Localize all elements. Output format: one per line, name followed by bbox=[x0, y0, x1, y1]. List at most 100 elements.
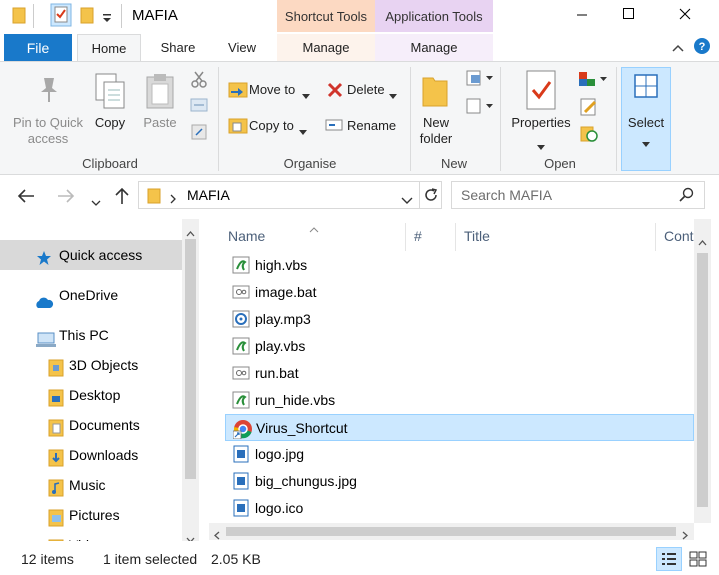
file-row[interactable]: logo.jpg bbox=[225, 441, 694, 468]
nav-item-documents[interactable]: Documents bbox=[0, 410, 182, 440]
delete-dropdown-icon[interactable] bbox=[389, 87, 397, 103]
scroll-right-icon[interactable] bbox=[682, 527, 688, 541]
copy-button[interactable]: Copy bbox=[90, 115, 130, 131]
file-name: play.vbs bbox=[255, 338, 306, 354]
file-row[interactable]: Virus_Shortcut bbox=[225, 414, 694, 441]
rename-button[interactable]: Rename bbox=[347, 118, 399, 134]
select-button[interactable]: Select bbox=[622, 115, 670, 131]
context-shortcut-tools: Shortcut Tools bbox=[277, 0, 375, 32]
breadcrumb-chevron-icon[interactable] bbox=[169, 191, 177, 207]
scroll-up-icon[interactable] bbox=[698, 233, 707, 249]
file-row[interactable]: logo.ico bbox=[225, 495, 694, 522]
file-row[interactable]: play.vbs bbox=[225, 333, 694, 360]
tab-manage-application[interactable]: Manage bbox=[375, 34, 493, 62]
tab-view[interactable]: View bbox=[214, 34, 270, 62]
nav-item-quick-access[interactable]: Quick access bbox=[0, 240, 182, 270]
nav-item-label: Music bbox=[69, 477, 106, 493]
nav-item-label: Pictures bbox=[69, 507, 120, 523]
delete-icon bbox=[327, 82, 343, 101]
column-header-number[interactable]: # bbox=[414, 228, 422, 244]
horizontal-scrollbar[interactable] bbox=[209, 523, 694, 540]
nav-item-downloads[interactable]: Downloads bbox=[0, 440, 182, 470]
new-folder-quick-icon[interactable] bbox=[80, 6, 94, 27]
scroll-left-icon[interactable] bbox=[214, 527, 220, 541]
copy-path-icon[interactable] bbox=[190, 98, 208, 115]
properties-icon bbox=[526, 70, 556, 113]
address-dropdown-icon[interactable] bbox=[401, 192, 413, 208]
properties-check-icon[interactable] bbox=[50, 3, 72, 30]
scroll-up-icon[interactable] bbox=[186, 224, 195, 240]
nav-item-label: OneDrive bbox=[59, 287, 119, 303]
column-header-name[interactable]: Name bbox=[228, 228, 265, 244]
file-row[interactable]: high.vbs bbox=[225, 252, 694, 279]
collapse-ribbon-icon[interactable] bbox=[672, 40, 684, 56]
ribbon: Pin to Quick access Copy Paste Clipboard… bbox=[0, 61, 719, 175]
horizontal-scroll-thumb[interactable] bbox=[226, 527, 676, 536]
easy-access-icon[interactable] bbox=[466, 98, 494, 117]
history-icon[interactable] bbox=[580, 124, 598, 145]
select-dropdown-icon[interactable] bbox=[642, 135, 650, 151]
tab-share[interactable]: Share bbox=[150, 34, 206, 62]
vbs-script-icon bbox=[232, 337, 250, 358]
minimize-button[interactable] bbox=[559, 0, 605, 32]
properties-button[interactable]: Properties bbox=[508, 115, 574, 131]
back-arrow-icon[interactable] bbox=[17, 189, 35, 206]
nav-item-videos[interactable]: Videos bbox=[0, 530, 182, 541]
pin-to-quick-access-button[interactable]: Pin to Quick access bbox=[8, 115, 88, 147]
close-button[interactable] bbox=[661, 0, 707, 32]
new-folder-button[interactable]: New folder bbox=[414, 115, 458, 147]
details-view-icon[interactable] bbox=[656, 547, 682, 571]
nav-scroll-thumb[interactable] bbox=[185, 239, 196, 479]
forward-arrow-icon[interactable] bbox=[57, 189, 75, 206]
cut-icon[interactable] bbox=[190, 70, 208, 91]
maximize-button[interactable] bbox=[605, 0, 651, 32]
file-row[interactable]: run_hide.vbs bbox=[225, 387, 694, 414]
nav-item-pictures[interactable]: Pictures bbox=[0, 500, 182, 530]
file-list-scrollbar[interactable] bbox=[694, 219, 711, 523]
scroll-down-icon[interactable] bbox=[186, 530, 195, 541]
move-to-dropdown-icon[interactable] bbox=[302, 87, 310, 103]
tab-manage-shortcut[interactable]: Manage bbox=[277, 34, 375, 62]
recent-locations-icon[interactable] bbox=[91, 193, 101, 209]
help-icon[interactable]: ? bbox=[693, 37, 711, 58]
ribbon-tabs: File Home Share View Manage Manage ? bbox=[0, 32, 719, 62]
tab-home[interactable]: Home bbox=[77, 34, 141, 62]
column-header-title[interactable]: Title bbox=[464, 228, 490, 244]
file-row[interactable]: run.bat bbox=[225, 360, 694, 387]
nav-scrollbar[interactable] bbox=[182, 219, 199, 541]
address-bar[interactable]: MAFIA bbox=[138, 181, 442, 209]
nav-item-label: Videos bbox=[69, 530, 112, 541]
file-list-scroll-thumb[interactable] bbox=[697, 253, 708, 507]
open-with-icon[interactable] bbox=[578, 70, 608, 91]
large-icons-view-icon[interactable] bbox=[688, 550, 708, 571]
paste-button[interactable]: Paste bbox=[139, 115, 181, 131]
nav-item-3d-objects[interactable]: 3D Objects bbox=[0, 350, 182, 380]
search-icon[interactable] bbox=[678, 187, 694, 206]
copy-to-button[interactable]: Copy to bbox=[249, 118, 299, 134]
chrome-shortcut-icon bbox=[232, 419, 253, 442]
copy-to-dropdown-icon[interactable] bbox=[299, 123, 307, 139]
new-folder-icon bbox=[421, 72, 449, 111]
file-list: Name # Title Cont high.vbs image.bat play.… bbox=[209, 219, 719, 541]
column-header-contributing[interactable]: Cont bbox=[664, 228, 694, 244]
edit-icon[interactable] bbox=[580, 98, 598, 119]
nav-item-onedrive[interactable]: OneDrive bbox=[0, 280, 182, 310]
nav-item-music[interactable]: Music bbox=[0, 470, 182, 500]
refresh-icon[interactable] bbox=[423, 187, 439, 206]
nav-item-desktop[interactable]: Desktop bbox=[0, 380, 182, 410]
file-row[interactable]: image.bat bbox=[225, 279, 694, 306]
customize-dropdown-icon[interactable] bbox=[102, 10, 112, 26]
nav-item-this-pc[interactable]: This PC bbox=[0, 320, 182, 350]
move-to-button[interactable]: Move to bbox=[249, 82, 301, 98]
delete-button[interactable]: Delete bbox=[347, 82, 389, 98]
up-arrow-icon[interactable] bbox=[115, 187, 129, 208]
properties-dropdown-icon[interactable] bbox=[537, 138, 545, 154]
paste-shortcut-icon[interactable] bbox=[191, 122, 207, 143]
tab-file[interactable]: File bbox=[4, 34, 72, 62]
search-input[interactable]: Search MAFIA bbox=[451, 181, 705, 209]
new-item-icon[interactable] bbox=[466, 70, 494, 89]
file-row[interactable]: play.mp3 bbox=[225, 306, 694, 333]
breadcrumb[interactable]: MAFIA bbox=[187, 187, 230, 203]
group-open: Open bbox=[544, 156, 576, 171]
file-row[interactable]: big_chungus.jpg bbox=[225, 468, 694, 495]
